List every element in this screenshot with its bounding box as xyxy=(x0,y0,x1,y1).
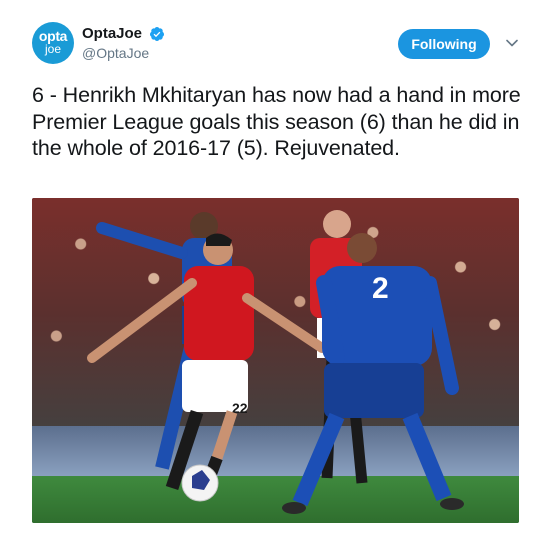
player-blue-right: 2 xyxy=(282,233,464,514)
shirt-number-blue: 2 xyxy=(372,272,389,305)
verified-badge-icon xyxy=(150,26,165,41)
tweet-header: opta joe OptaJoe @OptaJoe Following xyxy=(32,22,522,66)
player-red-center: 22 xyxy=(87,233,327,501)
avatar-text-opta: opta xyxy=(38,28,68,44)
avatar[interactable]: opta joe xyxy=(32,22,74,64)
handle[interactable]: @OptaJoe xyxy=(82,44,165,62)
chevron-down-icon[interactable] xyxy=(505,36,519,50)
football xyxy=(181,464,219,502)
tweet-photo[interactable]: 22 2 xyxy=(32,198,519,523)
tweet-text: 6 - Henrikh Mkhitaryan has now had a han… xyxy=(32,83,521,160)
players-illustration: 22 2 xyxy=(87,210,464,514)
display-name[interactable]: OptaJoe xyxy=(82,24,142,43)
avatar-text-joe: joe xyxy=(44,42,61,56)
account-names: OptaJoe @OptaJoe xyxy=(82,24,165,62)
following-button[interactable]: Following xyxy=(398,29,490,59)
